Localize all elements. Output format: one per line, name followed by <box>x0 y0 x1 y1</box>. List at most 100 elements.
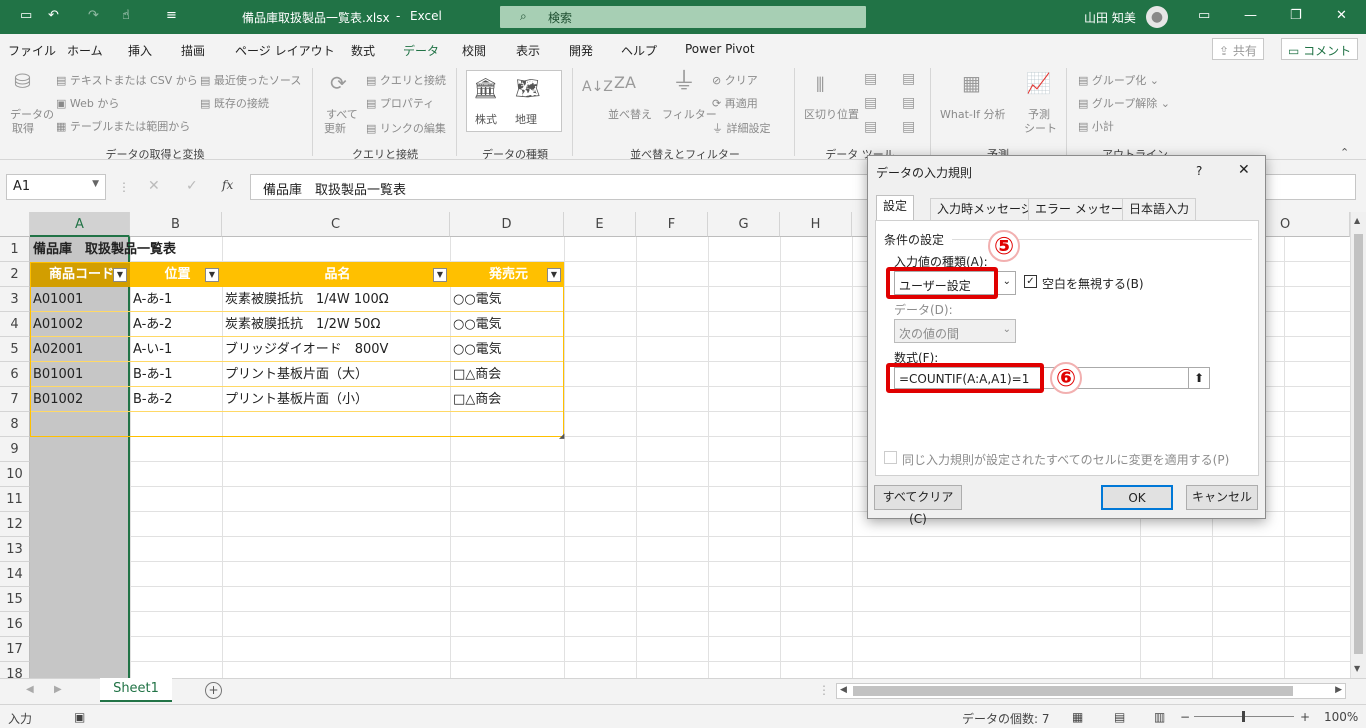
page-layout-view-icon[interactable]: ▤ <box>1114 710 1125 724</box>
row-header[interactable]: 14 <box>0 562 30 587</box>
row-header[interactable]: 15 <box>0 587 30 612</box>
table-cell[interactable]: B01002 <box>30 387 130 412</box>
table-cell[interactable]: A-あ-1 <box>130 287 222 312</box>
scroll-up-icon[interactable]: ▲ <box>1354 216 1360 225</box>
user-name[interactable]: 山田 知美 <box>1084 9 1136 26</box>
restore-icon[interactable]: ❐ <box>1290 8 1302 24</box>
tab-draw[interactable]: 描画 <box>181 42 205 59</box>
get-data-label-2[interactable]: 取得 <box>12 120 34 136</box>
clear-all-button[interactable]: すべてクリア(C) <box>874 485 962 526</box>
sort-label[interactable]: 並べ替え <box>608 106 652 122</box>
row-header[interactable]: 18 <box>0 662 30 678</box>
scroll-right-icon[interactable]: ▶ <box>1335 685 1342 695</box>
table-header-cell[interactable]: 発売元 ▼ <box>450 262 564 287</box>
row-header[interactable]: 5 <box>0 337 30 362</box>
table-cell[interactable]: ○○電気 <box>450 337 564 362</box>
enter-icon[interactable]: ✓ <box>186 178 198 194</box>
next-sheet-icon[interactable]: ▶ <box>54 684 62 695</box>
row-header[interactable]: 16 <box>0 612 30 637</box>
table-cell[interactable]: A-あ-2 <box>130 312 222 337</box>
scroll-thumb[interactable] <box>853 686 1293 696</box>
table-cell[interactable]: A01001 <box>30 287 130 312</box>
collapse-dialog-icon[interactable]: ⬆ <box>1188 367 1210 389</box>
row-header[interactable]: 1 <box>0 237 30 262</box>
table-cell[interactable]: B-あ-2 <box>130 387 222 412</box>
zoom-level[interactable]: 100% <box>1324 710 1358 724</box>
row-header[interactable]: 9 <box>0 437 30 462</box>
table-cell[interactable]: ○○電気 <box>450 312 564 337</box>
table-cell[interactable]: ブリッジダイオード 800V <box>222 337 450 362</box>
macro-record-icon[interactable]: ▣ <box>74 710 85 724</box>
row-header[interactable]: 12 <box>0 512 30 537</box>
zoom-thumb[interactable] <box>1242 711 1245 722</box>
column-header-f[interactable]: F <box>636 212 708 237</box>
filter-dropdown-icon[interactable]: ▼ <box>433 268 447 282</box>
cancel-button[interactable]: キャンセル <box>1186 485 1258 510</box>
table-cell[interactable]: □△商会 <box>450 362 564 387</box>
help-icon[interactable]: ? <box>1196 164 1202 178</box>
forecast-label-2[interactable]: シート <box>1024 120 1057 136</box>
properties-button[interactable]: ▤ プロパティ <box>366 95 434 111</box>
table-cell[interactable]: A-い-1 <box>130 337 222 362</box>
recent-sources-button[interactable]: ▤ 最近使ったソース <box>200 72 301 88</box>
column-header-a[interactable]: A <box>30 212 130 237</box>
tab-view[interactable]: 表示 <box>516 42 540 59</box>
table-cell[interactable]: プリント基板片面（大） <box>222 362 450 387</box>
sort-az-icon[interactable]: A↓Z <box>582 76 613 98</box>
subtotal-button[interactable]: ▤ 小計 <box>1078 118 1114 134</box>
table-header-cell[interactable]: 位置 ▼ <box>130 262 222 287</box>
row-header[interactable]: 4 <box>0 312 30 337</box>
existing-connections-button[interactable]: ▤ 既存の接続 <box>200 95 269 111</box>
avatar[interactable]: ● <box>1146 6 1168 28</box>
row-header[interactable]: 10 <box>0 462 30 487</box>
ribbon-display-icon[interactable]: ▭ <box>1198 8 1210 24</box>
column-header-g[interactable]: G <box>708 212 780 237</box>
zoom-in-icon[interactable]: + <box>1300 710 1310 724</box>
tab-file[interactable]: ファイル <box>8 42 56 59</box>
scroll-thumb[interactable] <box>1354 234 1363 654</box>
filter-dropdown-icon[interactable]: ▼ <box>113 268 127 282</box>
insert-function-icon[interactable]: fx <box>222 178 233 192</box>
scroll-down-icon[interactable]: ▼ <box>1354 664 1360 673</box>
minimize-icon[interactable]: — <box>1244 8 1257 24</box>
group-button[interactable]: ▤ グループ化 ⌄ <box>1078 72 1159 88</box>
table-cell[interactable]: B-あ-1 <box>130 362 222 387</box>
search-box[interactable]: ⌕ 検索 <box>500 6 866 28</box>
page-break-view-icon[interactable]: ▥ <box>1154 710 1165 724</box>
dialog-close-icon[interactable]: ✕ <box>1238 162 1250 178</box>
column-header-h[interactable]: H <box>780 212 852 237</box>
filter-label[interactable]: フィルター <box>662 106 717 122</box>
data-validation-icon[interactable]: ▤ <box>864 116 877 138</box>
row-header[interactable]: 3 <box>0 287 30 312</box>
whatif-label[interactable]: What-If 分析 <box>940 106 1005 122</box>
name-box[interactable]: A1 ▼ <box>6 174 106 200</box>
relationships-icon[interactable]: ▤ <box>902 92 915 114</box>
filter-dropdown-icon[interactable]: ▼ <box>205 268 219 282</box>
edit-links-button[interactable]: ▤ リンクの編集 <box>366 120 446 136</box>
row-header[interactable]: 11 <box>0 487 30 512</box>
row-header[interactable]: 13 <box>0 537 30 562</box>
sheet-tab-sheet1[interactable]: Sheet1 <box>100 678 172 702</box>
normal-view-icon[interactable]: ▦ <box>1072 710 1083 724</box>
chevron-down-icon[interactable]: ⌄ <box>1003 276 1011 287</box>
touch-mode-icon[interactable]: ☝ <box>122 8 130 24</box>
geography-label[interactable]: 地理 <box>515 111 537 127</box>
data-select[interactable]: 次の値の間 ⌄ <box>894 319 1016 343</box>
table-cell[interactable]: B01001 <box>30 362 130 387</box>
table-cell[interactable]: A02001 <box>30 337 130 362</box>
apply-all-checkbox[interactable] <box>884 451 897 464</box>
data-model-icon[interactable]: ▤ <box>902 116 915 138</box>
add-sheet-icon[interactable]: + <box>205 682 222 699</box>
tab-input-message[interactable]: 入力時メッセージ <box>930 198 1040 220</box>
table-cell[interactable]: ○○電気 <box>450 287 564 312</box>
save-icon[interactable]: ▭ <box>20 8 32 24</box>
column-header-b[interactable]: B <box>130 212 222 237</box>
filter-dropdown-icon[interactable]: ▼ <box>547 268 561 282</box>
tab-data[interactable]: データ <box>403 42 440 65</box>
customize-qat-icon[interactable]: ≡ <box>166 8 177 24</box>
prev-sheet-icon[interactable]: ◀ <box>26 684 34 695</box>
clear-button[interactable]: ⊘ クリア <box>712 72 758 88</box>
ignore-blank-checkbox[interactable]: ✓ <box>1024 275 1037 288</box>
reapply-button[interactable]: ⟳ 再適用 <box>712 95 758 111</box>
consolidate-icon[interactable]: ▤ <box>902 68 915 90</box>
